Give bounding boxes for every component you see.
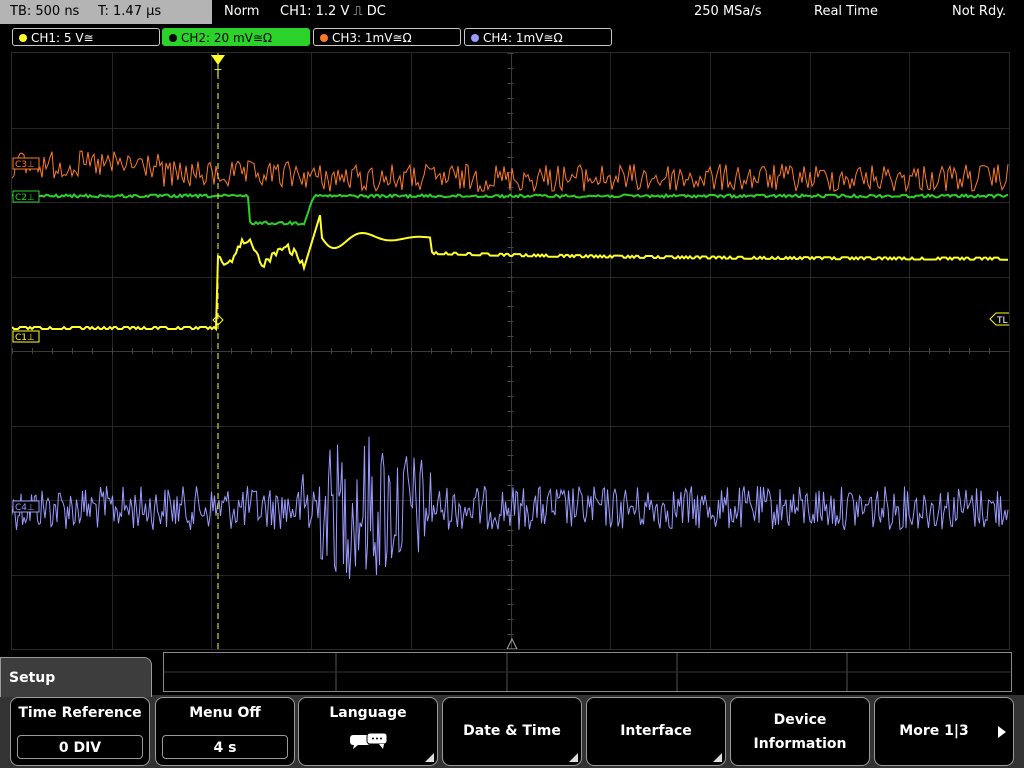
timebase-box[interactable]: TB: 500 ns T: 1.47 µs xyxy=(0,0,212,24)
trigger-source[interactable]: CH1: 1.2 V ⎍ DC xyxy=(280,0,386,24)
ch1-reference-marker: C1⊥ xyxy=(12,330,40,343)
svg-text:C2⊥: C2⊥ xyxy=(15,193,35,203)
device-information-softkey[interactable]: Device Information xyxy=(730,697,870,766)
ch3-reference-marker: C3⊥ xyxy=(12,157,40,170)
ch4-trace xyxy=(11,436,1009,580)
softkey-label: Time Reference xyxy=(18,705,142,721)
graticule-grid xyxy=(12,53,1010,650)
time-reference-value: 0 DIV xyxy=(17,735,143,759)
interface-softkey[interactable]: Interface xyxy=(586,697,726,766)
menu-info-strip xyxy=(163,652,1012,692)
ch1-dot-icon xyxy=(19,34,27,42)
submenu-corner-icon xyxy=(713,753,722,762)
menu-off-softkey[interactable]: Menu Off 4 s xyxy=(155,697,295,766)
channel-tab-ch3[interactable]: CH3: 1mV≅Ω xyxy=(313,28,461,46)
menu-off-value: 4 s xyxy=(162,735,288,759)
channel-label: CH4: 1mV≅Ω xyxy=(483,31,563,45)
channel-label: CH2: 20 mV≅Ω xyxy=(181,31,273,45)
channel-label: CH3: 1mV≅Ω xyxy=(332,31,412,45)
softkey-label: Language xyxy=(329,705,407,721)
channel-tab-ch1[interactable]: CH1: 5 V≅ xyxy=(12,28,160,46)
channel-tab-ch2[interactable]: CH2: 20 mV≅Ω xyxy=(162,28,310,46)
submenu-corner-icon xyxy=(425,753,434,762)
waveform-canvas: T C1⊥ C2⊥ C3⊥ C4⊥ TL xyxy=(11,53,1011,650)
run-state: Not Rdy. xyxy=(952,4,1007,19)
ch2-reference-marker: C2⊥ xyxy=(12,190,40,203)
softkey-label-line2: Information xyxy=(753,736,847,752)
softkey-label: Date & Time xyxy=(463,723,561,739)
trigger-position-marker: T xyxy=(211,55,225,80)
softkey-label-line1: Device xyxy=(773,712,827,728)
ch4-dot-icon xyxy=(471,34,479,42)
speech-bubbles-icon xyxy=(350,732,388,749)
info-strip-grid xyxy=(164,653,1011,691)
channel-tab-ch4[interactable]: CH4: 1mV≅Ω xyxy=(464,28,612,46)
svg-text:C4⊥: C4⊥ xyxy=(15,503,35,513)
ch4-reference-marker: C4⊥ xyxy=(12,500,40,513)
arrow-right-icon xyxy=(998,726,1006,738)
svg-text:TL: TL xyxy=(996,316,1008,326)
channel-label: CH1: 5 V≅ xyxy=(31,31,94,45)
trigger-pos-label: T xyxy=(214,67,222,80)
ch3-dot-icon xyxy=(320,34,328,42)
more-softkey[interactable]: More 1|3 xyxy=(874,697,1014,766)
waveform-display[interactable]: T C1⊥ C2⊥ C3⊥ C4⊥ TL xyxy=(11,52,1011,650)
softkey-label: Interface xyxy=(620,723,692,739)
ch2-trace xyxy=(11,192,1009,227)
ch2-dot-icon xyxy=(169,34,177,42)
trigger-mode[interactable]: Norm xyxy=(224,0,259,24)
sample-rate: 250 MSa/s xyxy=(694,4,762,19)
trigger-time-value: T: 1.47 µs xyxy=(98,4,162,19)
softkey-label: More 1|3 xyxy=(899,723,969,739)
svg-text:C3⊥: C3⊥ xyxy=(15,160,35,170)
time-reference-softkey[interactable]: Time Reference 0 DIV xyxy=(10,697,150,766)
trigger-level-marker: TL xyxy=(989,312,1011,326)
menu-title: Setup xyxy=(0,657,152,697)
acquisition-mode[interactable]: Real Time xyxy=(814,0,878,24)
svg-text:C1⊥: C1⊥ xyxy=(15,333,35,343)
date-time-softkey[interactable]: Date & Time xyxy=(442,697,582,766)
submenu-corner-icon xyxy=(569,753,578,762)
language-softkey[interactable]: Language xyxy=(298,697,438,766)
timebase-value: TB: 500 ns xyxy=(10,4,80,19)
softkey-label: Menu Off xyxy=(189,705,261,721)
